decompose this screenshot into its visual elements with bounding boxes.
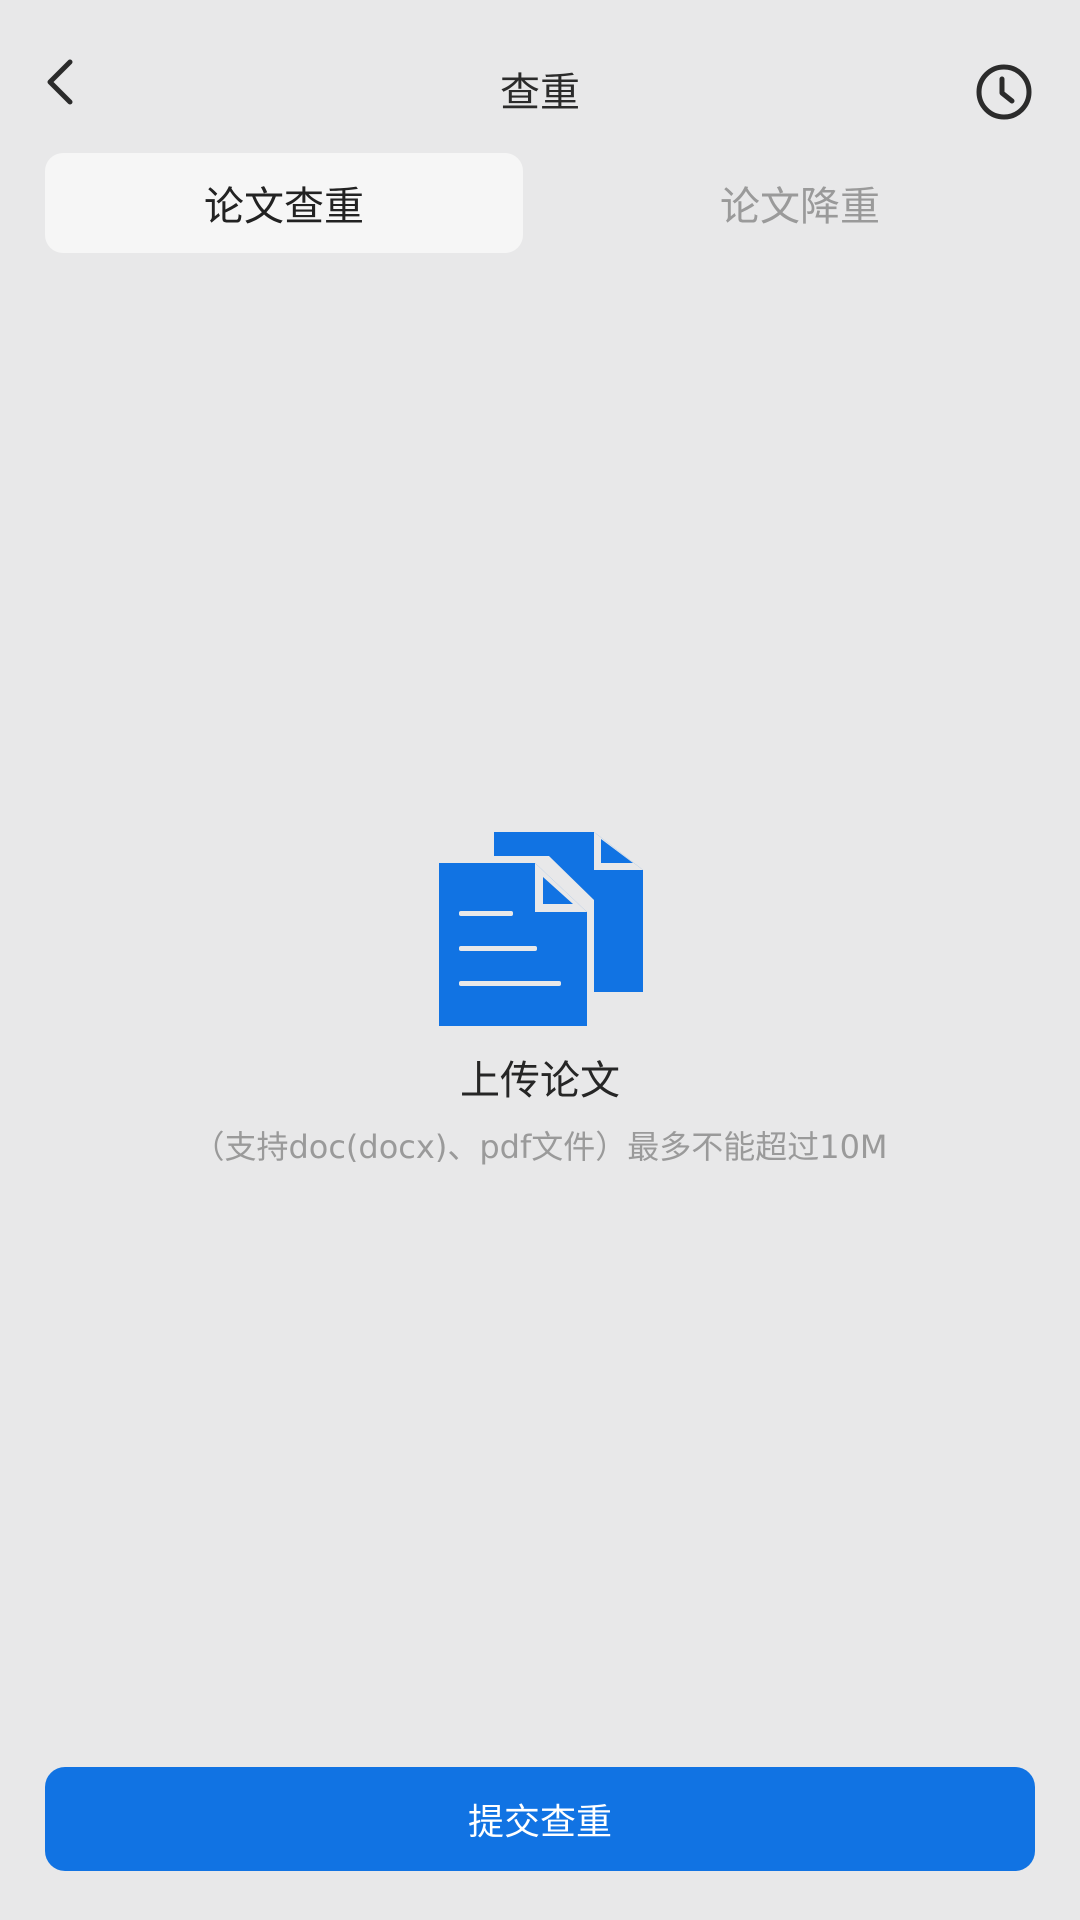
history-button[interactable]	[972, 62, 1036, 122]
header-bar: 查重	[0, 0, 1080, 150]
page-title: 查重	[500, 70, 580, 116]
submit-check-button[interactable]: 提交查重	[45, 1767, 1035, 1871]
tab-paper-reduce[interactable]: 论文降重	[565, 153, 1035, 253]
upload-paper-area[interactable]: 上传论文 （支持doc(docx)、pdf文件）最多不能超过10M	[100, 800, 980, 1180]
check-duplicate-page: 查重 论文查重 论文降重 上传论文 （支持doc(docx)、pdf文件）最多不…	[0, 0, 1080, 1920]
documents-icon	[439, 832, 643, 1026]
tab-bar: 论文查重 论文降重	[45, 153, 1035, 253]
clock-icon	[976, 64, 1032, 120]
upload-hint: （支持doc(docx)、pdf文件）最多不能超过10M	[192, 1128, 888, 1166]
upload-label: 上传论文	[460, 1058, 620, 1104]
tab-paper-check[interactable]: 论文查重	[45, 153, 523, 253]
